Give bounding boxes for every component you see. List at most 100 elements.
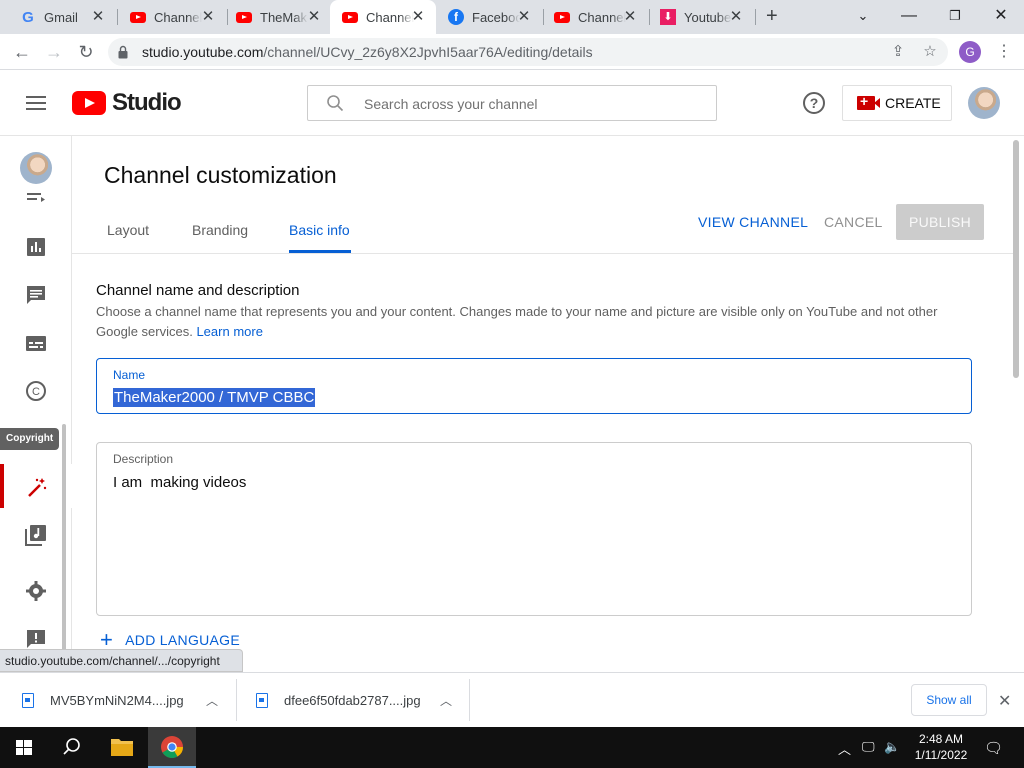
close-icon[interactable]: ✕ <box>410 9 426 25</box>
download-filename: dfee6f50fdab2787....jpg <box>284 693 421 708</box>
page-title: Channel customization <box>104 162 337 188</box>
close-icon[interactable]: ✕ <box>516 9 532 25</box>
close-icon[interactable]: ✕ <box>728 9 744 25</box>
close-icon[interactable]: ✕ <box>200 9 216 25</box>
tab-layout[interactable]: Layout <box>107 222 149 238</box>
nav-item-analytics[interactable] <box>0 224 72 268</box>
close-icon[interactable]: ✕ <box>998 691 1011 711</box>
nav-item-playlists[interactable] <box>0 186 72 210</box>
windows-taskbar: ︿ 🖵 🔈 2:48 AM 1/11/2022 🗨 <box>0 727 1024 768</box>
download-item[interactable]: MV5BYmNiN2M4....jpg ︿ <box>22 673 232 728</box>
download-shelf: MV5BYmNiN2M4....jpg ︿ dfee6f50fdab2787..… <box>0 672 1024 727</box>
nav-item-copyright[interactable]: C <box>0 368 72 412</box>
restore-button[interactable]: ❐ <box>932 0 978 34</box>
create-button[interactable]: CREATE <box>842 85 952 121</box>
gear-icon <box>26 581 46 601</box>
tab-branding[interactable]: Branding <box>192 222 248 238</box>
clock[interactable]: 2:48 AM 1/11/2022 <box>906 731 976 763</box>
learn-more-link[interactable]: Learn more <box>196 324 262 339</box>
search-icon <box>327 95 344 112</box>
tab-channel-active[interactable]: Channel ✕ <box>330 0 436 34</box>
gmail-icon: G <box>22 8 34 26</box>
download-item[interactable]: dfee6f50fdab2787....jpg ︿ <box>256 673 466 728</box>
tab-title: Channel <box>366 9 414 25</box>
name-field[interactable]: Name TheMaker2000 / TMVP CBBC <box>96 358 972 414</box>
network-icon[interactable]: 🖵 <box>862 739 875 755</box>
publish-button[interactable]: PUBLISH <box>896 204 984 240</box>
subtitles-icon <box>26 336 46 351</box>
plus-icon: + <box>100 627 114 652</box>
address-bar[interactable]: studio.youtube.com/channel/UCvy_2z6y8X2J… <box>108 38 948 66</box>
search-input[interactable] <box>364 94 694 114</box>
svg-text:C: C <box>32 386 40 398</box>
tab-title: Youtube <box>684 9 732 25</box>
menu-icon[interactable] <box>26 96 46 110</box>
tab-title: Channel <box>154 9 202 25</box>
search-box[interactable] <box>307 85 717 121</box>
name-input[interactable]: TheMaker2000 / TMVP CBBC <box>113 388 316 407</box>
file-explorer-button[interactable] <box>98 727 146 768</box>
reload-icon[interactable]: ↻ <box>74 40 98 64</box>
studio-logo-text: Studio <box>112 89 182 116</box>
chevron-up-icon[interactable]: ︿ <box>440 692 452 709</box>
chevron-up-icon[interactable]: ︿ <box>206 692 218 709</box>
nav-item-comments[interactable] <box>0 272 72 316</box>
create-video-icon <box>857 93 880 110</box>
show-all-button[interactable]: Show all <box>911 684 987 716</box>
magic-wand-icon <box>28 478 47 497</box>
help-icon[interactable]: ? <box>803 92 825 114</box>
tab-search-icon[interactable]: ⌄ <box>840 0 886 34</box>
close-icon[interactable]: ✕ <box>90 9 106 25</box>
left-nav: C <box>0 136 72 690</box>
main-scrollbar[interactable] <box>1013 140 1019 378</box>
copyright-icon: C <box>26 381 46 401</box>
audio-library-icon <box>25 525 46 546</box>
status-url: studio.youtube.com/channel/.../copyright <box>0 649 243 672</box>
close-icon[interactable]: ✕ <box>306 9 322 25</box>
chevron-up-icon[interactable]: ︿ <box>838 739 851 758</box>
taskbar-search-button[interactable] <box>48 727 96 768</box>
cancel-button[interactable]: CANCEL <box>824 214 883 230</box>
bookmark-star-icon[interactable]: ☆ <box>920 42 940 62</box>
tab-themaker[interactable]: TheMaker ✕ <box>224 0 332 34</box>
youtube-icon <box>130 11 146 23</box>
volume-muted-icon[interactable]: 🔈 <box>884 739 900 755</box>
analytics-icon <box>27 238 45 256</box>
share-icon[interactable]: ⇪ <box>888 42 908 62</box>
more-vert-icon[interactable]: ⋮ <box>996 44 1012 62</box>
profile-avatar[interactable]: G <box>959 41 981 63</box>
minimize-button[interactable]: — <box>886 0 932 34</box>
close-icon[interactable]: ✕ <box>622 9 638 25</box>
view-channel-button[interactable]: VIEW CHANNEL <box>698 214 808 230</box>
forward-icon[interactable]: → <box>42 40 66 64</box>
chrome-taskbar-button[interactable] <box>148 727 196 768</box>
nav-item-subtitles[interactable] <box>0 320 72 364</box>
tab-youtube-downloader[interactable]: ⬇ Youtube ✕ <box>648 0 754 34</box>
add-language-button[interactable]: + ADD LANGUAGE <box>100 627 240 652</box>
notification-icon[interactable]: 🗨 <box>984 739 1003 757</box>
comments-icon <box>27 286 45 304</box>
studio-logo[interactable]: Studio <box>72 89 182 116</box>
tab-channel-2[interactable]: Channel ✕ <box>542 0 648 34</box>
tab-basic-info[interactable]: Basic info <box>289 222 350 238</box>
window-close-button[interactable]: ✕ <box>978 0 1024 34</box>
account-avatar[interactable] <box>968 87 1000 119</box>
channel-avatar[interactable] <box>20 152 52 184</box>
studio-header: Studio ? CREATE <box>0 70 1024 136</box>
description-label: Description <box>113 452 174 466</box>
download-filename: MV5BYmNiN2M4....jpg <box>50 693 184 708</box>
download-icon: ⬇ <box>660 9 676 25</box>
divider <box>236 679 237 721</box>
date: 1/11/2022 <box>914 748 968 762</box>
feedback-icon <box>27 630 45 648</box>
youtube-icon <box>236 11 252 23</box>
start-button[interactable] <box>0 727 48 768</box>
tab-channel[interactable]: Channel ✕ <box>118 0 226 34</box>
tab-facebook[interactable]: f Facebook ✕ <box>436 0 542 34</box>
new-tab-button[interactable]: + <box>766 6 778 26</box>
facebook-icon: f <box>448 9 464 25</box>
tab-gmail[interactable]: G Gmail ✕ <box>8 0 116 34</box>
description-input[interactable]: I am making videos <box>113 474 246 491</box>
back-icon[interactable]: ← <box>10 40 34 64</box>
description-field[interactable]: Description I am making videos <box>96 442 972 616</box>
